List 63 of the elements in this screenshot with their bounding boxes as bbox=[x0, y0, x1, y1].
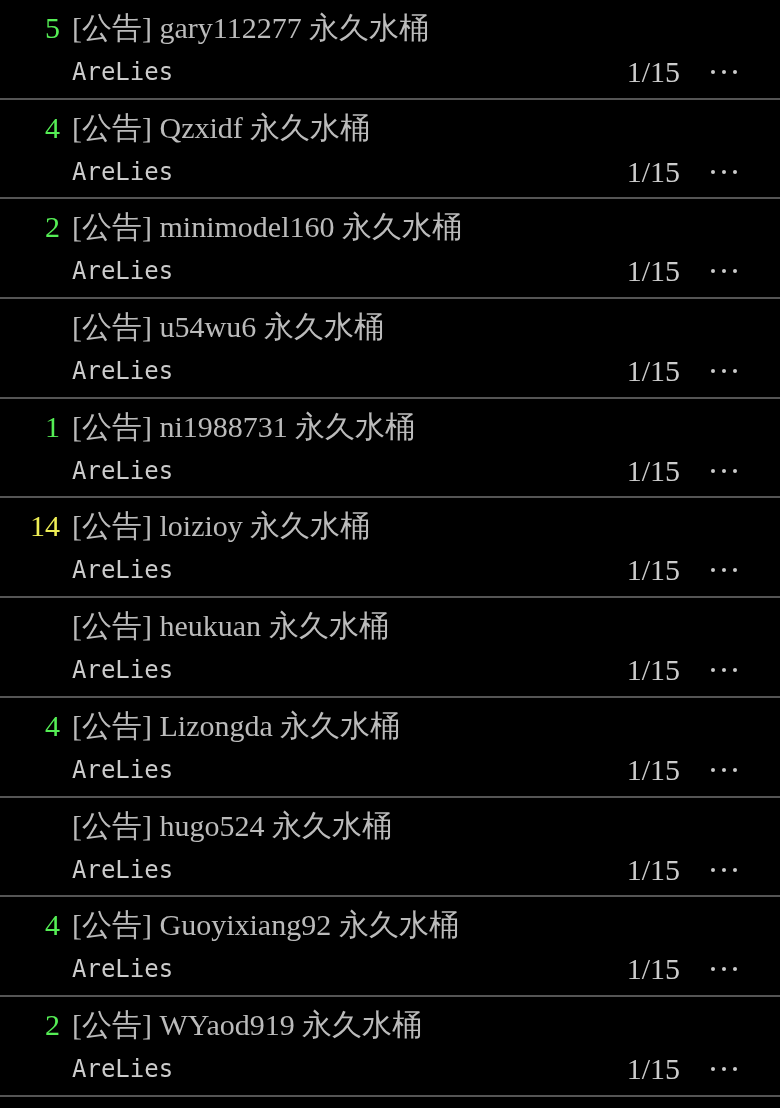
more-options-icon[interactable] bbox=[710, 966, 738, 973]
post-date: 1/15 bbox=[626, 55, 680, 89]
push-count: 4 bbox=[45, 908, 60, 942]
post-row[interactable]: 1 [公告] ni1988731 永久水桶 AreLies 1/15 bbox=[0, 398, 780, 499]
post-title: [公告] heukuan 永久水桶 bbox=[72, 608, 389, 645]
post-title: [公告] gary112277 永久水桶 bbox=[72, 10, 430, 46]
more-options-icon[interactable] bbox=[710, 168, 738, 175]
push-count: 14 bbox=[30, 509, 60, 543]
post-row[interactable]: 5 [公告] gary112277 永久水桶 AreLies 1/15 bbox=[0, 0, 780, 100]
post-author: AreLies bbox=[72, 1054, 175, 1083]
post-title: [公告] u54wu6 永久水桶 bbox=[72, 309, 384, 346]
post-title: [公告] minimodel160 永久水桶 bbox=[72, 209, 462, 246]
post-title: [公告] loizioy 永久水桶 bbox=[72, 508, 371, 545]
more-options-icon[interactable] bbox=[710, 368, 738, 375]
push-count: 4 bbox=[45, 110, 60, 144]
post-row[interactable]: 14 [公告] loizioy 永久水桶 AreLies 1/15 bbox=[0, 498, 780, 599]
post-title: [公告] WYaod919 永久水桶 bbox=[72, 1006, 423, 1043]
post-row[interactable]: 2 [公告] minimodel160 永久水桶 AreLies 1/15 bbox=[0, 199, 780, 300]
post-date: 1/15 bbox=[626, 453, 680, 488]
push-count: 2 bbox=[45, 210, 60, 244]
push-count: 2 bbox=[45, 1007, 60, 1041]
post-date: 1/15 bbox=[626, 1051, 680, 1086]
post-author: AreLies bbox=[72, 456, 175, 485]
post-author: AreLies bbox=[72, 58, 175, 86]
post-author: AreLies bbox=[72, 755, 175, 784]
post-row[interactable]: 4 [公告] Lizongda 永久水桶 AreLies 1/15 bbox=[0, 697, 780, 798]
post-author: AreLies bbox=[72, 357, 175, 386]
post-date: 1/15 bbox=[626, 354, 680, 389]
more-options-icon[interactable] bbox=[710, 69, 738, 75]
post-title: [公告] ni1988731 永久水桶 bbox=[72, 408, 416, 445]
post-date: 1/15 bbox=[626, 154, 680, 189]
push-count: 1 bbox=[45, 409, 60, 443]
post-row[interactable]: [公告] hugo524 永久水桶 AreLies 1/15 bbox=[0, 797, 780, 898]
more-options-icon[interactable] bbox=[710, 1065, 738, 1072]
more-options-icon[interactable] bbox=[710, 667, 738, 674]
more-options-icon[interactable] bbox=[710, 567, 738, 574]
post-date: 1/15 bbox=[626, 553, 680, 588]
post-author: AreLies bbox=[72, 855, 175, 884]
more-options-icon[interactable] bbox=[710, 268, 738, 275]
post-author: AreLies bbox=[72, 656, 175, 685]
post-title: [公告] Lizongda 永久水桶 bbox=[72, 707, 401, 744]
post-row[interactable]: 4 [公告] Guoyixiang92 永久水桶 AreLies 1/15 bbox=[0, 897, 780, 997]
post-title: [公告] Guoyixiang92 永久水桶 bbox=[72, 907, 459, 944]
post-date: 1/15 bbox=[626, 254, 680, 289]
post-author: AreLies bbox=[72, 257, 175, 286]
more-options-icon[interactable] bbox=[710, 467, 738, 474]
post-title: [公告] Qzxidf 永久水桶 bbox=[72, 109, 371, 146]
post-date: 1/15 bbox=[626, 752, 680, 787]
post-author: AreLies bbox=[72, 157, 175, 186]
post-title: [公告] hugo524 永久水桶 bbox=[72, 807, 392, 844]
post-author: AreLies bbox=[72, 556, 175, 585]
post-row[interactable]: 2 [公告] WYaod919 永久水桶 AreLies 1/15 bbox=[0, 996, 780, 1097]
post-row[interactable]: [公告] u54wu6 永久水桶 AreLies 1/15 bbox=[0, 299, 780, 399]
post-date: 1/15 bbox=[626, 653, 680, 688]
post-row[interactable]: [公告] heukuan 永久水桶 AreLies 1/15 bbox=[0, 598, 780, 698]
post-author: AreLies bbox=[72, 955, 175, 984]
post-date: 1/15 bbox=[626, 852, 680, 887]
more-options-icon[interactable] bbox=[710, 766, 738, 773]
more-options-icon[interactable] bbox=[710, 866, 738, 873]
post-date: 1/15 bbox=[626, 952, 680, 987]
post-row[interactable]: 4 [公告] Qzxidf 永久水桶 AreLies 1/15 bbox=[0, 99, 780, 200]
push-count: 5 bbox=[45, 11, 60, 44]
push-count: 4 bbox=[45, 708, 60, 742]
